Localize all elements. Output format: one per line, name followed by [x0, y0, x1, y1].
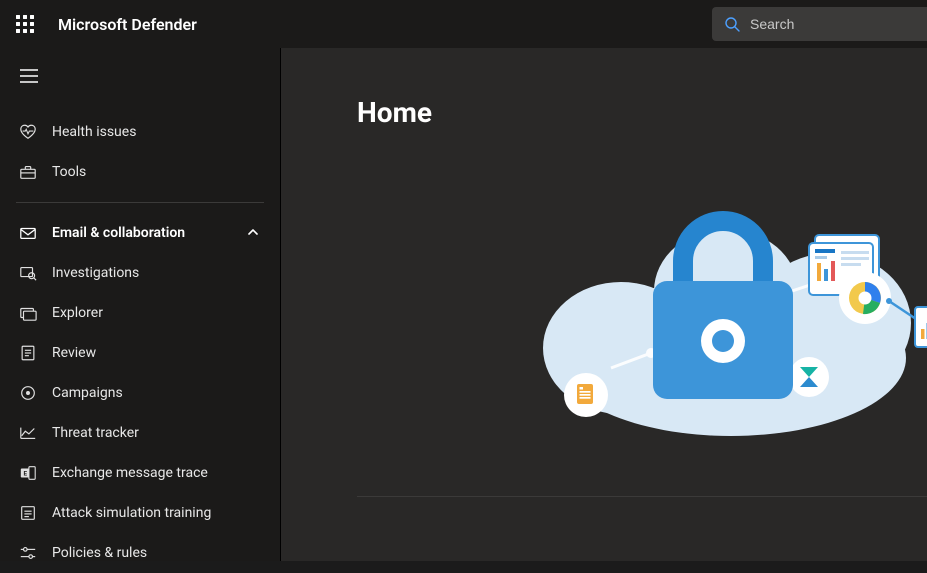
exchange-icon: E	[18, 463, 38, 483]
sidebar-item-label: Investigations	[52, 265, 262, 281]
mail-icon	[18, 223, 38, 243]
sidebar-item-health-issues[interactable]: Health issues	[0, 112, 280, 152]
sidebar-item-label: Review	[52, 345, 262, 361]
search-box[interactable]	[712, 7, 927, 41]
sidebar-item-label: Policies & rules	[52, 545, 262, 561]
search-input[interactable]	[750, 16, 915, 32]
sidebar-item-label: Exchange message trace	[52, 465, 262, 481]
hamburger-icon	[20, 69, 38, 83]
hero-illustration	[491, 163, 927, 453]
nav-collapse-button[interactable]	[0, 54, 280, 98]
sidebar-item-policies-rules[interactable]: Policies & rules	[0, 533, 280, 573]
sidebar-item-label: Campaigns	[52, 385, 262, 401]
content-divider	[357, 496, 927, 497]
sidebar-item-campaigns[interactable]: Campaigns	[0, 373, 280, 413]
heart-icon	[18, 122, 38, 142]
svg-text:E: E	[24, 470, 28, 478]
review-icon	[18, 343, 38, 363]
sidebar-item-explorer[interactable]: Explorer	[0, 293, 280, 333]
sidebar-section-email-collaboration[interactable]: Email & collaboration	[0, 213, 280, 253]
explorer-icon	[18, 303, 38, 323]
sidebar-item-tools[interactable]: Tools	[0, 152, 280, 192]
sidebar: Health issues Tools Email & collabor	[0, 48, 281, 561]
chevron-up-icon	[246, 225, 262, 241]
sidebar-section-label: Email & collaboration	[52, 225, 232, 241]
sidebar-item-label: Tools	[52, 164, 262, 180]
sidebar-item-label: Attack simulation training	[52, 505, 262, 521]
sidebar-item-label: Health issues	[52, 124, 262, 140]
target-icon	[18, 383, 38, 403]
toolbox-icon	[18, 162, 38, 182]
investigation-icon	[18, 263, 38, 283]
sidebar-item-threat-tracker[interactable]: Threat tracker	[0, 413, 280, 453]
app-title: Microsoft Defender	[58, 15, 197, 34]
app-launcher-icon[interactable]	[10, 9, 40, 39]
sidebar-item-exchange-message-trace[interactable]: E Exchange message trace	[0, 453, 280, 493]
sliders-icon	[18, 543, 38, 563]
sidebar-item-label: Threat tracker	[52, 425, 262, 441]
sidebar-item-investigations[interactable]: Investigations	[0, 253, 280, 293]
sidebar-divider	[16, 202, 264, 203]
attack-sim-icon	[18, 503, 38, 523]
chart-line-icon	[18, 423, 38, 443]
top-bar: Microsoft Defender	[0, 0, 927, 48]
sidebar-item-review[interactable]: Review	[0, 333, 280, 373]
sidebar-item-label: Explorer	[52, 305, 262, 321]
page-title: Home	[357, 96, 432, 129]
search-icon	[724, 16, 740, 32]
sidebar-item-attack-simulation-training[interactable]: Attack simulation training	[0, 493, 280, 533]
main-content: Home	[281, 48, 927, 561]
